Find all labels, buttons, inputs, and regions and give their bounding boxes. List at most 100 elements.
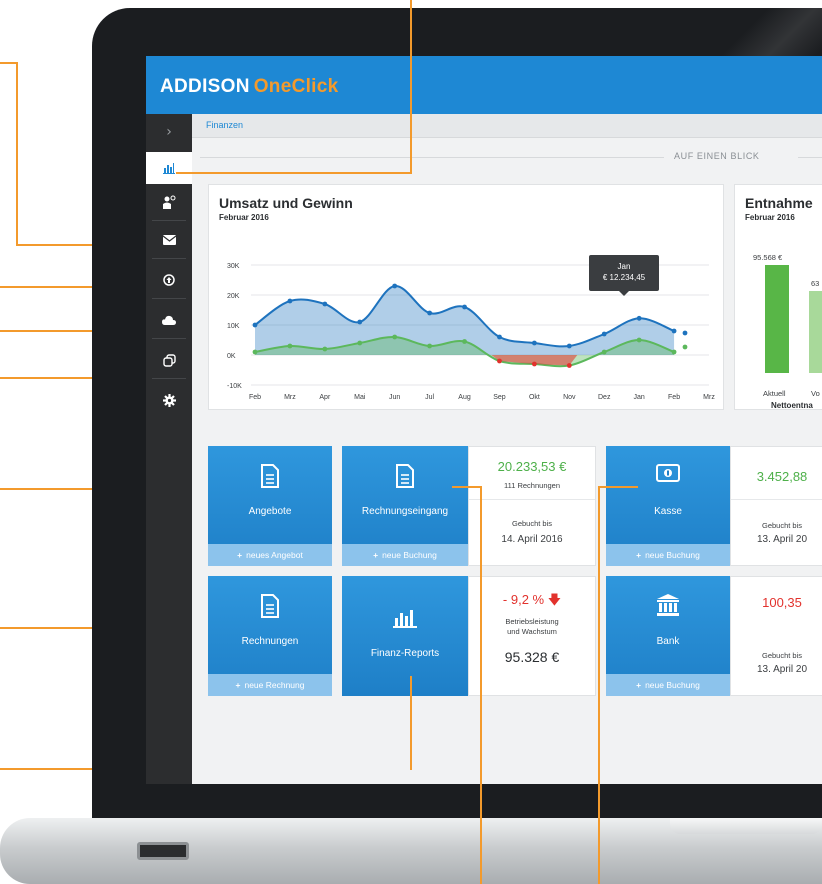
- data-point: [392, 283, 398, 289]
- tooltip-month: Jan: [617, 262, 631, 271]
- callout-line: [410, 676, 412, 770]
- new-rechnung-button[interactable]: + neue Rechnung: [208, 674, 332, 696]
- tile-finanz-reports[interactable]: Finanz-Reports: [342, 576, 468, 696]
- data-point: [601, 331, 607, 337]
- tile-rechnungseingang[interactable]: Rechnungseingang + neue Buchung: [342, 446, 468, 566]
- info-booked-date: 14. April 2016: [501, 534, 563, 545]
- info-booked-date: 13. April 20: [756, 534, 808, 545]
- data-point: [287, 298, 293, 304]
- laptop-base-lip: [670, 818, 822, 834]
- sidebar-separator: [152, 258, 186, 259]
- info-reports: - 9,2 % 🡇 Betriebsleistung und Wachstum …: [468, 576, 596, 696]
- entnahme-bar-vorjahr[interactable]: [809, 291, 822, 373]
- new-buchung-button[interactable]: + neue Buchung: [606, 544, 730, 566]
- info-change: - 9,2 % 🡇: [469, 591, 595, 613]
- callout-line: [176, 172, 412, 174]
- tile-label: Kasse: [654, 506, 682, 517]
- plus-icon: +: [636, 550, 642, 560]
- data-point: [392, 334, 398, 340]
- tile-action-label: neue Buchung: [382, 550, 437, 560]
- tile-rechnungen[interactable]: Rechnungen + neue Rechnung: [208, 576, 332, 696]
- data-point: [357, 319, 363, 325]
- y-tick-label: 0K: [227, 353, 236, 360]
- data-point: [601, 349, 607, 355]
- data-point: [497, 334, 502, 340]
- sidebar-item-upload[interactable]: [146, 264, 192, 296]
- data-point: [427, 343, 433, 349]
- data-point: [322, 301, 328, 307]
- tile-action-label: neue Buchung: [645, 680, 700, 690]
- tile-action-label: neues Angebot: [246, 550, 303, 560]
- tile-angebote[interactable]: Angebote + neues Angebot: [208, 446, 332, 566]
- entnahme-bar-aktuell[interactable]: [765, 265, 789, 373]
- data-point: [287, 343, 293, 349]
- data-point: [427, 310, 433, 316]
- callout-line: [598, 818, 600, 884]
- umsatz-chart: 30K 20K 10K 0K -10K Feb Mrz Apr Mai Jun Jul Aug Sep O…: [227, 263, 715, 401]
- sidebar-item-mail[interactable]: [146, 224, 192, 256]
- info-divider: [731, 499, 822, 500]
- app-screen: ADDISON OneClick › Finanzen AUF EINEN BL…: [146, 56, 822, 784]
- app-header: ADDISON OneClick: [146, 56, 822, 114]
- data-point: [671, 349, 677, 355]
- sidebar-item-finanzen[interactable]: [146, 152, 192, 184]
- plus-icon: +: [636, 680, 642, 690]
- hdmi-port: [137, 842, 189, 860]
- breadcrumb[interactable]: Finanzen: [206, 120, 243, 130]
- tooltip-value: € 12.234,45: [602, 273, 646, 282]
- info-desc-line2: und Wachstum: [507, 627, 557, 636]
- x-tick-label: Nov: [563, 394, 576, 401]
- tile-kasse[interactable]: Kasse + neue Buchung: [606, 446, 730, 566]
- x-tick-label: Jul: [425, 394, 434, 401]
- bar-value-label: 63: [811, 279, 820, 288]
- info-amount: 20.233,53 €: [497, 459, 567, 474]
- data-point: [322, 346, 328, 352]
- document-icon: [342, 464, 468, 492]
- data-point: [531, 340, 537, 346]
- callout-line: [480, 818, 482, 884]
- bar-chart-icon: [163, 162, 175, 174]
- info-amount: 100,35: [762, 595, 802, 610]
- plus-icon: +: [235, 680, 241, 690]
- bank-icon: [606, 594, 730, 620]
- sidebar-item-cloud[interactable]: [146, 304, 192, 336]
- document-icon: [208, 464, 332, 492]
- legend-dot: [682, 344, 688, 350]
- sidebar-expand-button[interactable]: ›: [146, 116, 192, 148]
- info-booked-label: Gebucht bis: [761, 521, 803, 530]
- new-angebot-button[interactable]: + neues Angebot: [208, 544, 332, 566]
- callout-line: [410, 0, 412, 174]
- chevron-right-icon: ›: [166, 124, 172, 140]
- sidebar-item-copy[interactable]: [146, 344, 192, 376]
- sidebar-separator: [152, 338, 186, 339]
- new-buchung-button[interactable]: + neue Buchung: [606, 674, 730, 696]
- x-tick-label: Feb: [249, 394, 261, 401]
- data-point: [636, 337, 642, 343]
- y-tick-label: -10K: [227, 383, 242, 390]
- sidebar-item-users[interactable]: [146, 186, 192, 218]
- x-tick-label: Aug: [458, 394, 471, 401]
- info-booked-label: Gebucht bis: [761, 651, 803, 660]
- y-tick-label: 30K: [227, 263, 240, 270]
- x-tick-label: Feb: [668, 394, 680, 401]
- card-title: Entnahme: [745, 195, 813, 211]
- new-buchung-button[interactable]: + neue Buchung: [342, 544, 468, 566]
- y-tick-label: 20K: [227, 293, 240, 300]
- x-tick-label: Okt: [529, 394, 540, 401]
- info-change-value: - 9,2 %: [502, 592, 545, 607]
- cloud-icon: [162, 315, 176, 325]
- tile-label: Bank: [656, 636, 680, 647]
- legend-dot: [682, 330, 688, 336]
- app-logo[interactable]: ADDISON OneClick: [160, 76, 338, 98]
- x-tick-label: Dez: [598, 394, 611, 401]
- breadcrumb-bar: Finanzen: [192, 114, 822, 138]
- gear-icon: [162, 393, 176, 407]
- chart-tooltip: Jan € 12.234,45: [589, 255, 659, 296]
- data-point: [462, 304, 467, 310]
- tile-bank[interactable]: Bank + neue Buchung: [606, 576, 730, 696]
- sidebar-item-settings[interactable]: [146, 384, 192, 416]
- x-tick-label: Jun: [389, 394, 400, 401]
- info-amount: 95.328 €: [504, 649, 560, 665]
- sidebar-separator: [152, 298, 186, 299]
- bar-value-label: 95.568 €: [753, 253, 783, 262]
